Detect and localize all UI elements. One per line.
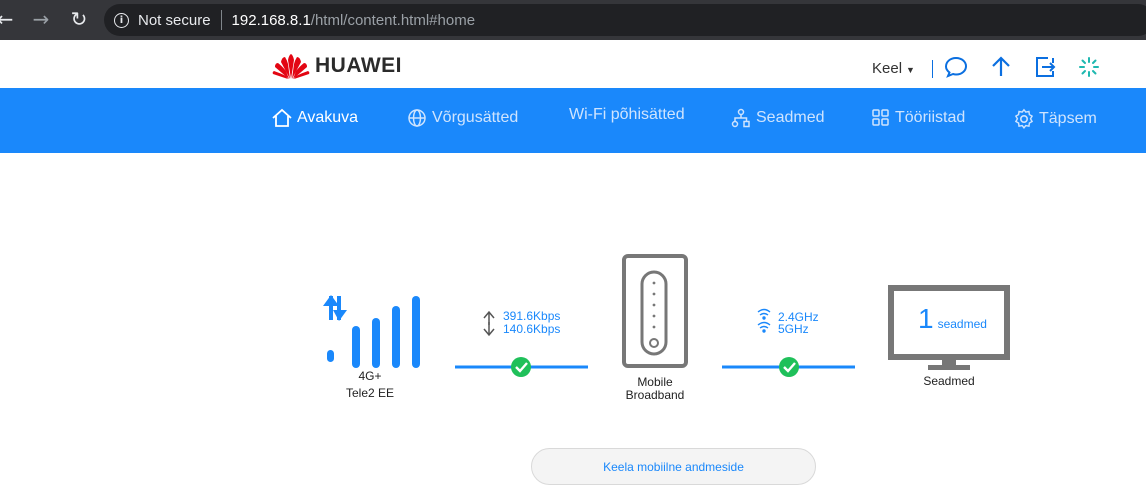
connected-devices-count-display[interactable]: 1 seadmed [918, 305, 987, 333]
device-name-line2: Broadband [625, 388, 685, 402]
wifi-5g-icon [757, 321, 771, 333]
connected-devices-unit: seadmed [937, 317, 987, 331]
upload-rate: 391.6Kbps [503, 309, 561, 323]
wan-connected-check-icon [511, 357, 531, 377]
network-type: 4G+ [358, 369, 382, 383]
wifi-band-5g: 5GHz [778, 322, 809, 336]
data-transfer-arrows-icon [323, 295, 347, 321]
connected-devices-count: 1 [918, 303, 934, 334]
operator-name: Tele2 EE [345, 386, 395, 400]
disable-mobile-data-button[interactable]: Keela mobiilne andmeside [531, 448, 816, 485]
download-rate: 140.6Kbps [503, 322, 561, 336]
device-name-line1: Mobile [637, 375, 673, 389]
wifi-2g-icon [757, 308, 771, 320]
download-rate-icon [483, 322, 495, 337]
router-device-icon [622, 254, 688, 368]
status-diagram [323, 254, 1010, 377]
devices-label: Seadmed [923, 374, 975, 388]
lan-connected-check-icon [779, 357, 799, 377]
